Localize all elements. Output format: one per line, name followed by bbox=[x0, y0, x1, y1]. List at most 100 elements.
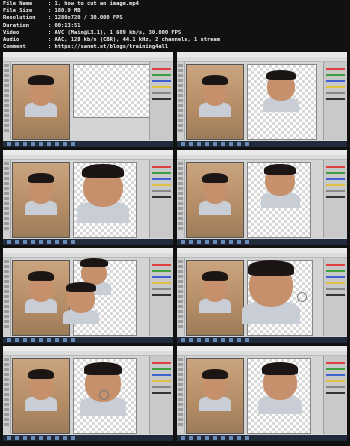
color-swatch[interactable] bbox=[152, 172, 171, 174]
tool-icon[interactable] bbox=[178, 227, 183, 230]
options-toolbar[interactable] bbox=[3, 57, 173, 62]
tools-panel[interactable] bbox=[177, 62, 185, 140]
color-swatch[interactable] bbox=[152, 190, 171, 192]
color-swatch[interactable] bbox=[152, 92, 171, 94]
side-panels[interactable] bbox=[149, 160, 173, 238]
tool-icon[interactable] bbox=[4, 129, 9, 132]
color-swatch[interactable] bbox=[152, 392, 171, 394]
video-thumbnail-head-cut-small[interactable] bbox=[177, 52, 347, 147]
tool-icon[interactable] bbox=[4, 187, 9, 190]
options-toolbar[interactable] bbox=[177, 155, 347, 160]
taskbar-app-icon[interactable] bbox=[189, 142, 193, 146]
tool-icon[interactable] bbox=[178, 79, 183, 82]
tool-icon[interactable] bbox=[4, 320, 9, 323]
taskbar-app-icon[interactable] bbox=[221, 142, 225, 146]
taskbar-app-icon[interactable] bbox=[55, 142, 59, 146]
taskbar-app-icon[interactable] bbox=[213, 436, 217, 440]
tool-icon[interactable] bbox=[178, 124, 183, 127]
color-swatch[interactable] bbox=[326, 74, 345, 76]
tool-icon[interactable] bbox=[4, 418, 9, 421]
tool-icon[interactable] bbox=[178, 129, 183, 132]
tool-icon[interactable] bbox=[4, 275, 9, 278]
color-swatch[interactable] bbox=[326, 80, 345, 82]
tool-icon[interactable] bbox=[4, 260, 9, 263]
tool-icon[interactable] bbox=[178, 388, 183, 391]
tool-icon[interactable] bbox=[4, 182, 9, 185]
tools-panel[interactable] bbox=[177, 258, 185, 336]
tool-icon[interactable] bbox=[4, 197, 9, 200]
side-panels[interactable] bbox=[323, 62, 347, 140]
color-swatch[interactable] bbox=[152, 68, 171, 70]
color-swatch[interactable] bbox=[326, 184, 345, 186]
tool-icon[interactable] bbox=[178, 383, 183, 386]
taskbar-app-icon[interactable] bbox=[229, 240, 233, 244]
tool-icon[interactable] bbox=[4, 227, 9, 230]
taskbar-app-icon[interactable] bbox=[71, 338, 75, 342]
color-swatch[interactable] bbox=[326, 368, 345, 370]
tool-icon[interactable] bbox=[4, 202, 9, 205]
taskbar-app-icon[interactable] bbox=[245, 142, 249, 146]
taskbar-app-icon[interactable] bbox=[7, 142, 11, 146]
taskbar-app-icon[interactable] bbox=[15, 240, 19, 244]
taskbar-app-icon[interactable] bbox=[197, 142, 201, 146]
tool-icon[interactable] bbox=[4, 207, 9, 210]
tool-icon[interactable] bbox=[178, 89, 183, 92]
taskbar-app-icon[interactable] bbox=[205, 338, 209, 342]
tool-icon[interactable] bbox=[178, 270, 183, 273]
tool-icon[interactable] bbox=[4, 325, 9, 328]
tool-icon[interactable] bbox=[4, 363, 9, 366]
tool-icon[interactable] bbox=[178, 74, 183, 77]
tool-icon[interactable] bbox=[4, 398, 9, 401]
taskbar-app-icon[interactable] bbox=[181, 436, 185, 440]
color-swatch[interactable] bbox=[326, 92, 345, 94]
taskbar-app-icon[interactable] bbox=[39, 142, 43, 146]
taskbar-app-icon[interactable] bbox=[221, 436, 225, 440]
tool-icon[interactable] bbox=[4, 388, 9, 391]
tool-icon[interactable] bbox=[4, 310, 9, 313]
tool-icon[interactable] bbox=[4, 295, 9, 298]
color-swatch[interactable] bbox=[326, 190, 345, 192]
color-swatch[interactable] bbox=[152, 362, 171, 364]
video-thumbnail-head-large-selection[interactable] bbox=[177, 248, 347, 343]
tool-icon[interactable] bbox=[178, 310, 183, 313]
taskbar-app-icon[interactable] bbox=[237, 436, 241, 440]
tool-icon[interactable] bbox=[4, 64, 9, 67]
taskbar-app-icon[interactable] bbox=[181, 142, 185, 146]
color-swatch[interactable] bbox=[326, 172, 345, 174]
taskbar-app-icon[interactable] bbox=[237, 338, 241, 342]
taskbar-app-icon[interactable] bbox=[7, 436, 11, 440]
tool-icon[interactable] bbox=[178, 413, 183, 416]
color-swatch[interactable] bbox=[326, 270, 345, 272]
tool-icon[interactable] bbox=[178, 363, 183, 366]
tool-icon[interactable] bbox=[178, 177, 183, 180]
tools-panel[interactable] bbox=[177, 160, 185, 238]
side-panels[interactable] bbox=[149, 356, 173, 434]
tool-icon[interactable] bbox=[178, 94, 183, 97]
taskbar-app-icon[interactable] bbox=[229, 142, 233, 146]
tool-icon[interactable] bbox=[4, 315, 9, 318]
taskbar-app-icon[interactable] bbox=[245, 436, 249, 440]
tool-icon[interactable] bbox=[178, 315, 183, 318]
taskbar-app-icon[interactable] bbox=[23, 142, 27, 146]
tool-icon[interactable] bbox=[4, 408, 9, 411]
tool-icon[interactable] bbox=[178, 192, 183, 195]
taskbar-app-icon[interactable] bbox=[71, 436, 75, 440]
color-swatch[interactable] bbox=[152, 288, 171, 290]
taskbar-app-icon[interactable] bbox=[221, 240, 225, 244]
tool-icon[interactable] bbox=[4, 280, 9, 283]
tool-icon[interactable] bbox=[178, 300, 183, 303]
taskbar-app-icon[interactable] bbox=[245, 338, 249, 342]
tool-icon[interactable] bbox=[178, 320, 183, 323]
video-thumbnail-head-cut-medium[interactable] bbox=[177, 150, 347, 245]
color-swatch[interactable] bbox=[152, 282, 171, 284]
tool-icon[interactable] bbox=[178, 69, 183, 72]
color-swatch[interactable] bbox=[326, 294, 345, 296]
tool-icon[interactable] bbox=[4, 413, 9, 416]
tool-icon[interactable] bbox=[4, 79, 9, 82]
color-swatch[interactable] bbox=[152, 178, 171, 180]
taskbar-app-icon[interactable] bbox=[197, 436, 201, 440]
tool-icon[interactable] bbox=[4, 162, 9, 165]
taskbar-app-icon[interactable] bbox=[181, 240, 185, 244]
color-swatch[interactable] bbox=[152, 86, 171, 88]
color-swatch[interactable] bbox=[326, 86, 345, 88]
